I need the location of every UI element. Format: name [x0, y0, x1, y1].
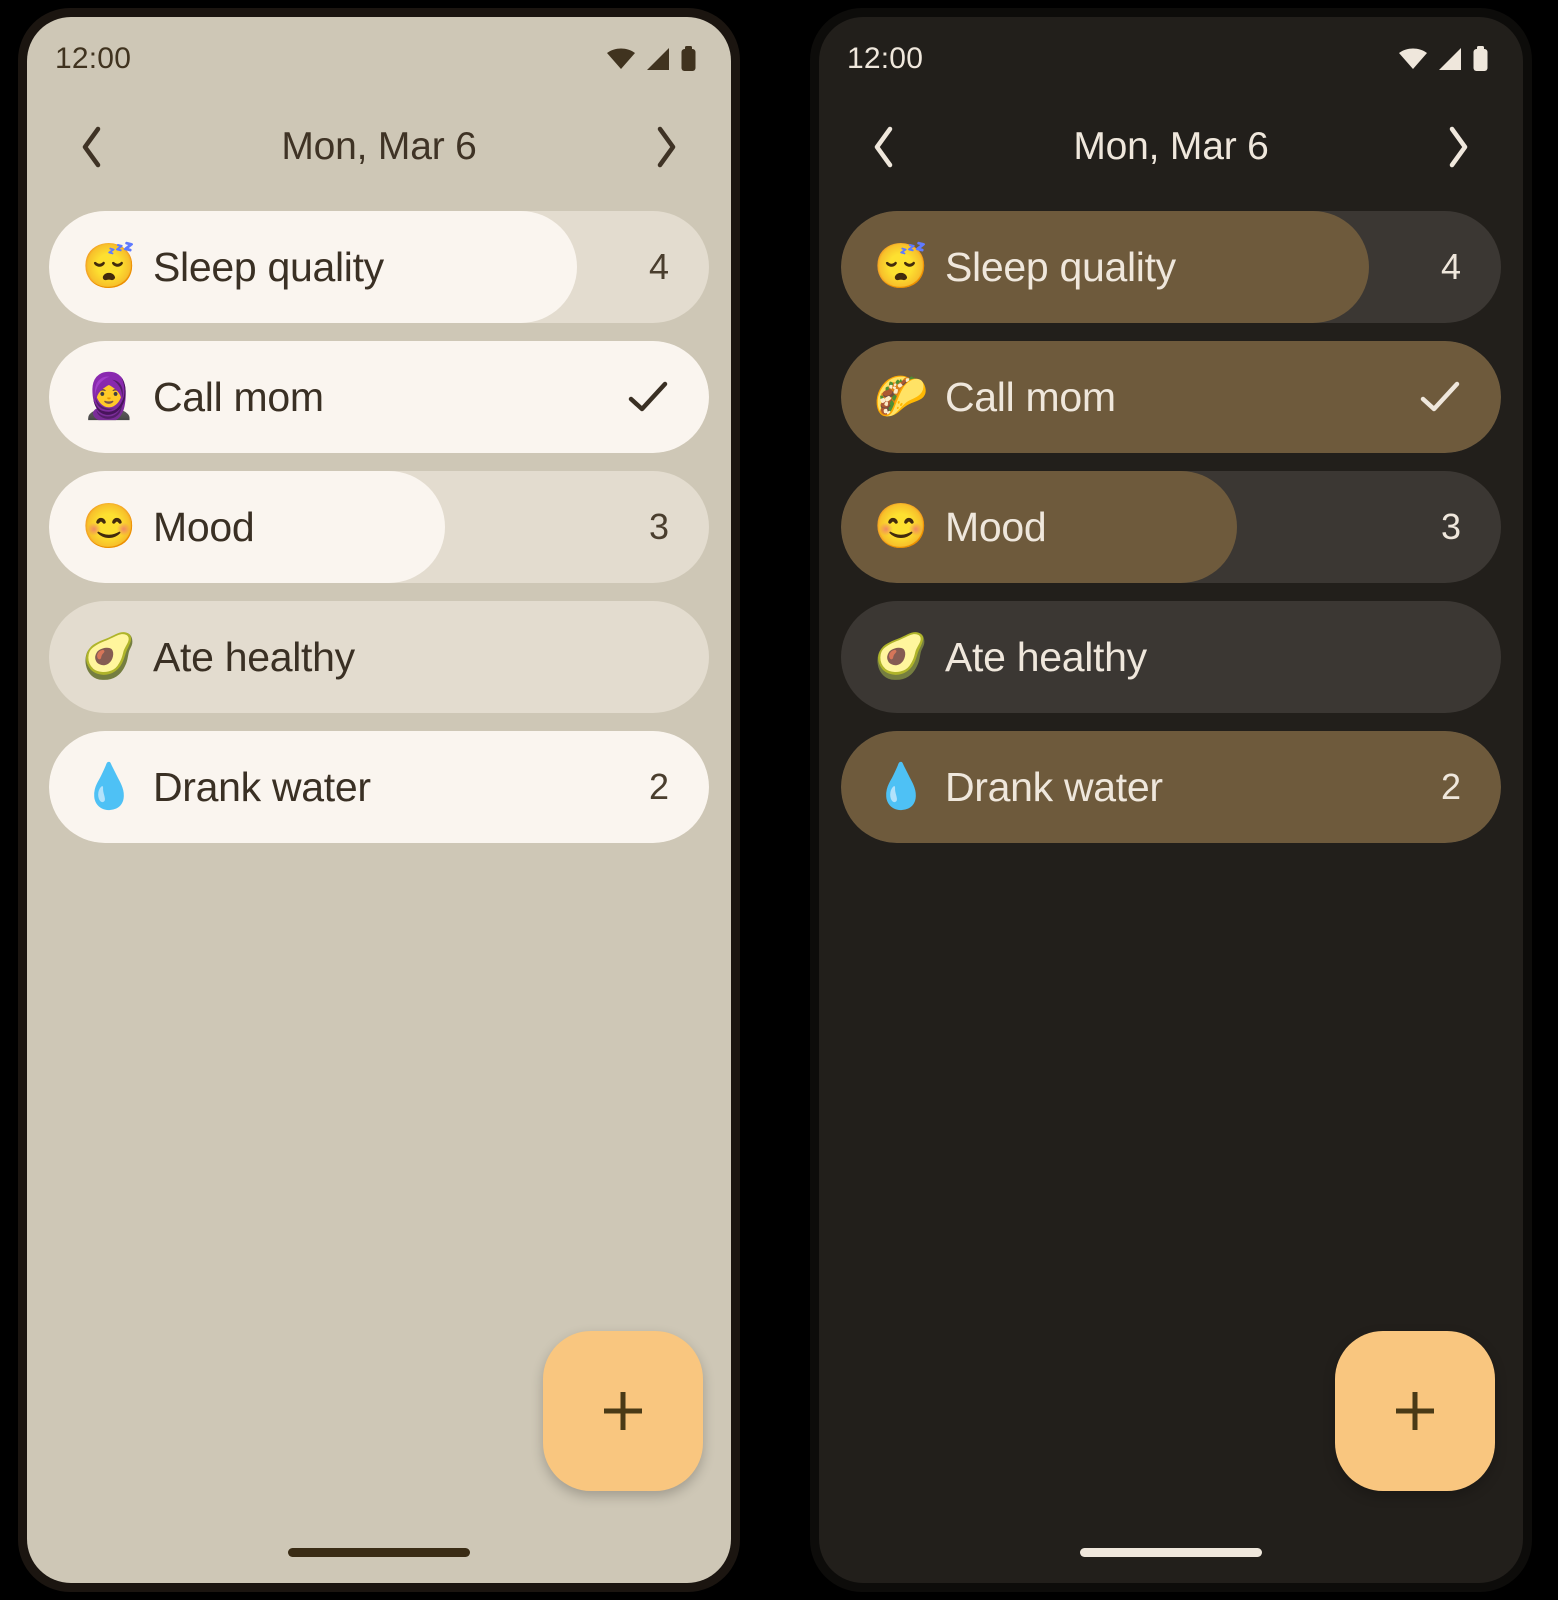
habit-list: 😴 Sleep quality 4 🌮 Call mom 😊 Mood 3 🥑 …: [819, 193, 1523, 843]
page-title: Mon, Mar 6: [1073, 125, 1269, 168]
habit-value: 4: [648, 246, 669, 287]
status-icons: [606, 46, 697, 72]
habit-row-call-mom[interactable]: 🧕 Call mom: [49, 341, 709, 453]
check-icon: [1419, 380, 1461, 414]
phone-light: 12:00 Mon, Mar 6 😴 Sleep quality 4 🧕 Cal…: [18, 8, 740, 1592]
habit-value: 3: [648, 506, 669, 547]
smiling-face-emoji: 😊: [873, 502, 929, 551]
app-screen-dark: 12:00 Mon, Mar 6 😴 Sleep quality 4 🌮 Cal…: [819, 17, 1523, 1583]
page-title: Mon, Mar 6: [281, 125, 477, 168]
habit-row-drank-water[interactable]: 💧 Drank water 2: [49, 731, 709, 843]
taco-emoji: 🌮: [873, 372, 929, 421]
sleeping-face-emoji: 😴: [81, 242, 137, 291]
status-bar: 12:00: [27, 17, 731, 101]
status-bar: 12:00: [819, 17, 1523, 101]
habit-list: 😴 Sleep quality 4 🧕 Call mom 😊 Mood 3 🥑 …: [27, 193, 731, 843]
habit-value: 3: [1440, 506, 1461, 547]
droplet-emoji: 💧: [873, 762, 929, 811]
app-screen-light: 12:00 Mon, Mar 6 😴 Sleep quality 4 🧕 Cal…: [27, 17, 731, 1583]
habit-label: Sleep quality: [153, 243, 384, 290]
next-day-button[interactable]: [1429, 118, 1487, 176]
check-icon: [627, 380, 669, 414]
habit-label: Call mom: [945, 373, 1116, 420]
habit-row-sleep-quality[interactable]: 😴 Sleep quality 4: [49, 211, 709, 323]
battery-icon: [1472, 46, 1489, 72]
habit-value: 2: [1440, 766, 1461, 807]
avocado-emoji: 🥑: [81, 632, 137, 681]
cellular-icon: [645, 47, 671, 71]
habit-row-call-mom[interactable]: 🌮 Call mom: [841, 341, 1501, 453]
habit-row-ate-healthy[interactable]: 🥑 Ate healthy: [841, 601, 1501, 713]
plus-icon: [597, 1385, 649, 1437]
habit-row-sleep-quality[interactable]: 😴 Sleep quality 4: [841, 211, 1501, 323]
status-clock: 12:00: [55, 42, 132, 75]
cellular-icon: [1437, 47, 1463, 71]
sleeping-face-emoji: 😴: [873, 242, 929, 291]
next-day-button[interactable]: [637, 118, 695, 176]
add-habit-button[interactable]: [543, 1331, 703, 1491]
habit-label: Drank water: [153, 763, 371, 810]
habit-label: Sleep quality: [945, 243, 1176, 290]
woman-with-headscarf-emoji: 🧕: [81, 372, 137, 421]
habit-row-mood[interactable]: 😊 Mood 3: [841, 471, 1501, 583]
previous-day-button[interactable]: [855, 118, 913, 176]
habit-value: 2: [648, 766, 669, 807]
phone-dark: 12:00 Mon, Mar 6 😴 Sleep quality 4 🌮 Cal…: [810, 8, 1532, 1592]
habit-label: Mood: [945, 503, 1047, 550]
habit-label: Ate healthy: [153, 633, 355, 680]
add-habit-button[interactable]: [1335, 1331, 1495, 1491]
status-clock: 12:00: [847, 42, 924, 75]
habit-label: Call mom: [153, 373, 324, 420]
smiling-face-emoji: 😊: [81, 502, 137, 551]
avocado-emoji: 🥑: [873, 632, 929, 681]
screenshot-stage: 12:00 Mon, Mar 6 😴 Sleep quality 4 🧕 Cal…: [0, 0, 1558, 1600]
habit-row-drank-water[interactable]: 💧 Drank water 2: [841, 731, 1501, 843]
droplet-emoji: 💧: [81, 762, 137, 811]
habit-row-ate-healthy[interactable]: 🥑 Ate healthy: [49, 601, 709, 713]
gesture-bar[interactable]: [1080, 1548, 1262, 1557]
habit-label: Ate healthy: [945, 633, 1147, 680]
wifi-icon: [1398, 47, 1428, 71]
plus-icon: [1389, 1385, 1441, 1437]
wifi-icon: [606, 47, 636, 71]
habit-label: Mood: [153, 503, 255, 550]
previous-day-button[interactable]: [63, 118, 121, 176]
gesture-bar[interactable]: [288, 1548, 470, 1557]
date-header: Mon, Mar 6: [27, 101, 731, 193]
battery-icon: [680, 46, 697, 72]
habit-value: 4: [1440, 246, 1461, 287]
status-icons: [1398, 46, 1489, 72]
habit-row-mood[interactable]: 😊 Mood 3: [49, 471, 709, 583]
date-header: Mon, Mar 6: [819, 101, 1523, 193]
habit-label: Drank water: [945, 763, 1163, 810]
